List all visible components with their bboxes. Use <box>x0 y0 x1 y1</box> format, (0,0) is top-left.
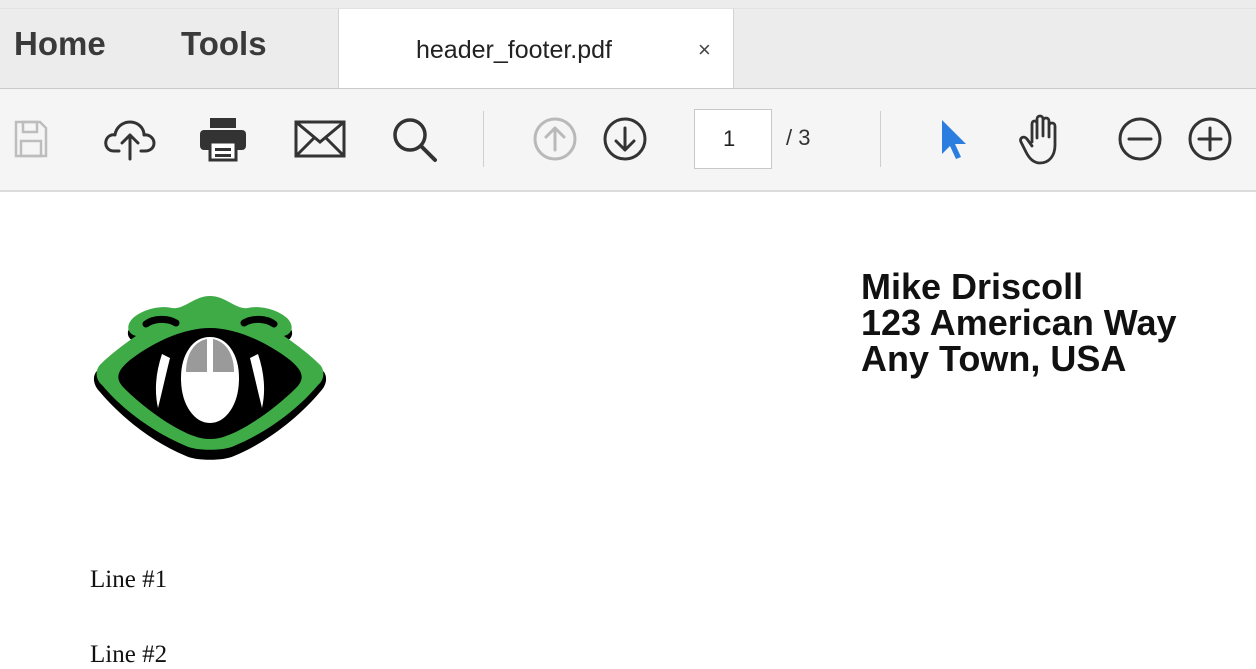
page-total-label: / 3 <box>786 125 811 150</box>
document-line: Line #1 <box>90 566 168 593</box>
document-line: Line #2 <box>90 641 168 668</box>
previous-page-button[interactable] <box>527 89 583 189</box>
hand-icon <box>1019 114 1057 165</box>
address-city: Any Town, USA <box>861 338 1127 379</box>
page-up-icon <box>533 117 577 161</box>
address-street: 123 American Way <box>861 302 1177 343</box>
page-number-input[interactable]: 1 <box>694 109 772 169</box>
address-name: Mike Driscoll <box>861 266 1084 307</box>
logo-icon <box>90 268 330 473</box>
hand-tool-button[interactable] <box>1016 89 1072 189</box>
save-icon <box>14 120 48 158</box>
tab-home[interactable]: Home <box>14 0 106 88</box>
search-button[interactable] <box>388 89 440 189</box>
zoom-out-icon <box>1118 117 1162 161</box>
document-tab-title: header_footer.pdf <box>416 36 612 64</box>
email-button[interactable] <box>292 89 348 189</box>
save-button[interactable] <box>8 89 54 189</box>
toolbar-separator <box>483 111 484 167</box>
upload-icon <box>104 120 156 161</box>
tab-tools[interactable]: Tools <box>181 0 267 88</box>
toolbar-separator <box>880 111 881 167</box>
close-tab-button[interactable]: × <box>698 36 711 64</box>
upload-button[interactable] <box>100 89 160 189</box>
page-down-icon <box>603 117 647 161</box>
zoom-out-button[interactable] <box>1114 89 1166 189</box>
zoom-in-button[interactable] <box>1184 89 1236 189</box>
search-icon <box>393 118 437 162</box>
email-icon <box>294 120 346 158</box>
tab-bar: Home Tools header_footer.pdf × <box>0 0 1256 89</box>
select-tool-button[interactable] <box>930 89 974 189</box>
print-icon <box>200 118 246 162</box>
zoom-in-icon <box>1188 117 1232 161</box>
select-arrow-icon <box>942 120 966 159</box>
toolbar: 1 / 3 <box>0 89 1256 192</box>
tab-document[interactable]: header_footer.pdf × <box>338 9 734 89</box>
print-button[interactable] <box>194 89 252 189</box>
next-page-button[interactable] <box>597 89 653 189</box>
address-block: Mike Driscoll 123 American Way Any Town,… <box>861 269 1177 377</box>
